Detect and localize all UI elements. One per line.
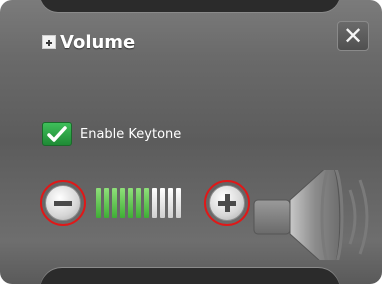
volume-level-segment [128, 188, 133, 218]
bottom-tab-decoration [40, 268, 340, 284]
volume-level-segment [104, 188, 109, 218]
volume-level-segment [120, 188, 125, 218]
volume-level-segment [96, 188, 101, 218]
top-tab-decoration [40, 0, 340, 12]
keytone-label: Enable Keytone [80, 126, 182, 142]
volume-level-segment [136, 188, 141, 218]
volume-controls [0, 170, 382, 260]
keytone-checkbox[interactable] [42, 122, 72, 146]
volume-level-segment [168, 188, 173, 218]
volume-level-segment [176, 188, 181, 218]
plus-highlight-circle [204, 180, 250, 226]
volume-level-bar[interactable] [96, 188, 181, 218]
minus-highlight-circle [40, 180, 86, 226]
expand-icon [42, 35, 56, 49]
volume-dialog: Volume ✕ Enable Keytone [0, 0, 382, 284]
volume-level-segment [152, 188, 157, 218]
speaker-icon [253, 170, 369, 260]
volume-level-segment [112, 188, 117, 218]
keytone-option[interactable]: Enable Keytone [42, 121, 181, 147]
close-icon: ✕ [342, 22, 364, 50]
dialog-header: Volume [42, 30, 135, 54]
dialog-title: Volume [60, 31, 136, 53]
close-button[interactable]: ✕ [337, 21, 369, 51]
checkmark-icon [47, 126, 67, 142]
volume-level-segment [160, 188, 165, 218]
volume-level-segment [144, 188, 149, 218]
